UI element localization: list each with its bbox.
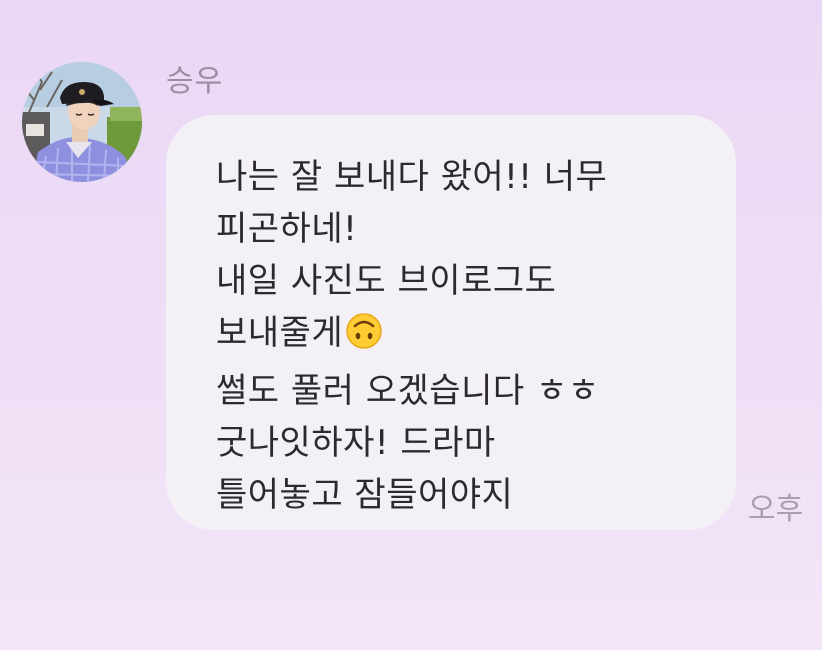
message-line-text: 보내줄게 [216, 313, 344, 353]
message-line: 썰도 풀러 오겠습니다 ㅎㅎ [216, 371, 600, 411]
message-line: 내일 사진도 브이로그도 [216, 261, 557, 301]
message-line: 나는 잘 보내다 왔어!! 너무 [216, 157, 608, 197]
message-line: 틀어놓고 잠들어야지 [216, 475, 514, 515]
upside-down-face-icon [345, 312, 383, 365]
profile-photo [22, 62, 142, 182]
message-bubble[interactable]: 나는 잘 보내다 왔어!! 너무 피곤하네! 내일 사진도 브이로그도 보내줄게… [166, 115, 736, 530]
message-line: 피곤하네! [216, 209, 358, 249]
sender-name: 승우 [166, 64, 224, 99]
message-line-with-emoji: 보내줄게 [216, 307, 696, 365]
avatar[interactable] [22, 62, 142, 182]
message-line: 굿나잇하자! 드라마 [216, 423, 496, 463]
chat-view: 승우 나는 잘 보내다 왔어!! 너무 피곤하네! 내일 사진도 브이로그도 보… [0, 0, 822, 650]
message-timestamp: 오후 [748, 492, 804, 527]
